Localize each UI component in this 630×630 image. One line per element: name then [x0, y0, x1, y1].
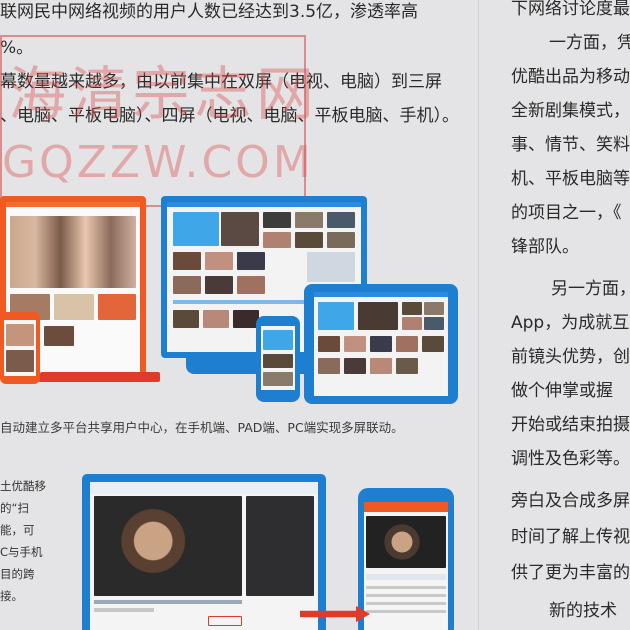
lower-phone-screen	[364, 502, 448, 630]
paragraph-line-4: 、电脑、平板电脑）、四屏（电视、电脑、平板电脑、手机）。	[0, 106, 459, 126]
paragraph-line-1: 联网民中网络视频的用户人数已经达到3.5亿，渗透率高	[0, 2, 419, 22]
right-line-6: 机、平板电脑等	[511, 169, 630, 189]
right-line-4: 全新剧集模式，	[511, 101, 630, 121]
small-text-line-2: 的“扫	[0, 501, 29, 515]
small-text-line-3: 能，可	[0, 523, 35, 537]
blue-phone-screen	[261, 326, 295, 390]
right-line-7: 的项目之一，《	[511, 203, 622, 223]
right-line-10: App，为成就互	[511, 313, 630, 333]
right-line-8: 锋部队。	[511, 237, 579, 257]
small-text-line-4: C与手机	[0, 545, 43, 559]
right-line-13: 开始或结束拍摄	[511, 415, 630, 435]
figure-caption: 自动建立多平台共享用户中心，在手机端、PAD端、PC端实现多屏联动。	[0, 420, 404, 435]
small-text-line-5: 目的跨	[0, 567, 35, 581]
paragraph-line-3: 幕数量越来越多，由以前集中在双屏（电视、电脑）到三屏	[0, 72, 442, 92]
blue-tablet-screen	[314, 292, 448, 396]
right-line-12: 做个伸掌或握	[511, 381, 613, 401]
orange-stand	[40, 372, 160, 382]
small-text-line-6: 接。	[0, 589, 23, 603]
right-line-2: 一方面，凭	[549, 33, 630, 53]
small-text-line-1: 土优酷移	[0, 479, 46, 493]
right-line-16: 时间了解上传视	[511, 527, 630, 547]
right-line-1: 下网络讨论度最	[511, 0, 630, 19]
right-line-3: 优酷出品为移动	[511, 67, 630, 87]
left-column: 联网民中网络视频的用户人数已经达到3.5亿，渗透率高 %。 幕数量越来越多，由以…	[0, 0, 478, 630]
right-column: 下网络讨论度最 一方面，凭 优酷出品为移动 全新剧集模式， 事、情节、笑料 机、…	[478, 0, 630, 630]
right-line-17: 供了更为丰富的	[511, 563, 630, 583]
right-line-11: 前镜头优势，创	[511, 347, 630, 367]
orange-phone-screen	[4, 320, 36, 376]
right-line-15: 旁白及合成多屏	[511, 491, 630, 511]
right-line-5: 事、情节、笑料	[511, 135, 630, 155]
video-monitor-screen	[90, 482, 318, 630]
paragraph-line-2: %。	[0, 38, 34, 58]
right-line-14: 调性及色彩等。	[511, 449, 630, 469]
watermark-en: GQZZW.COM	[2, 137, 314, 188]
right-line-18: 新的技术	[549, 601, 617, 621]
right-line-9: 另一方面，	[551, 279, 630, 299]
